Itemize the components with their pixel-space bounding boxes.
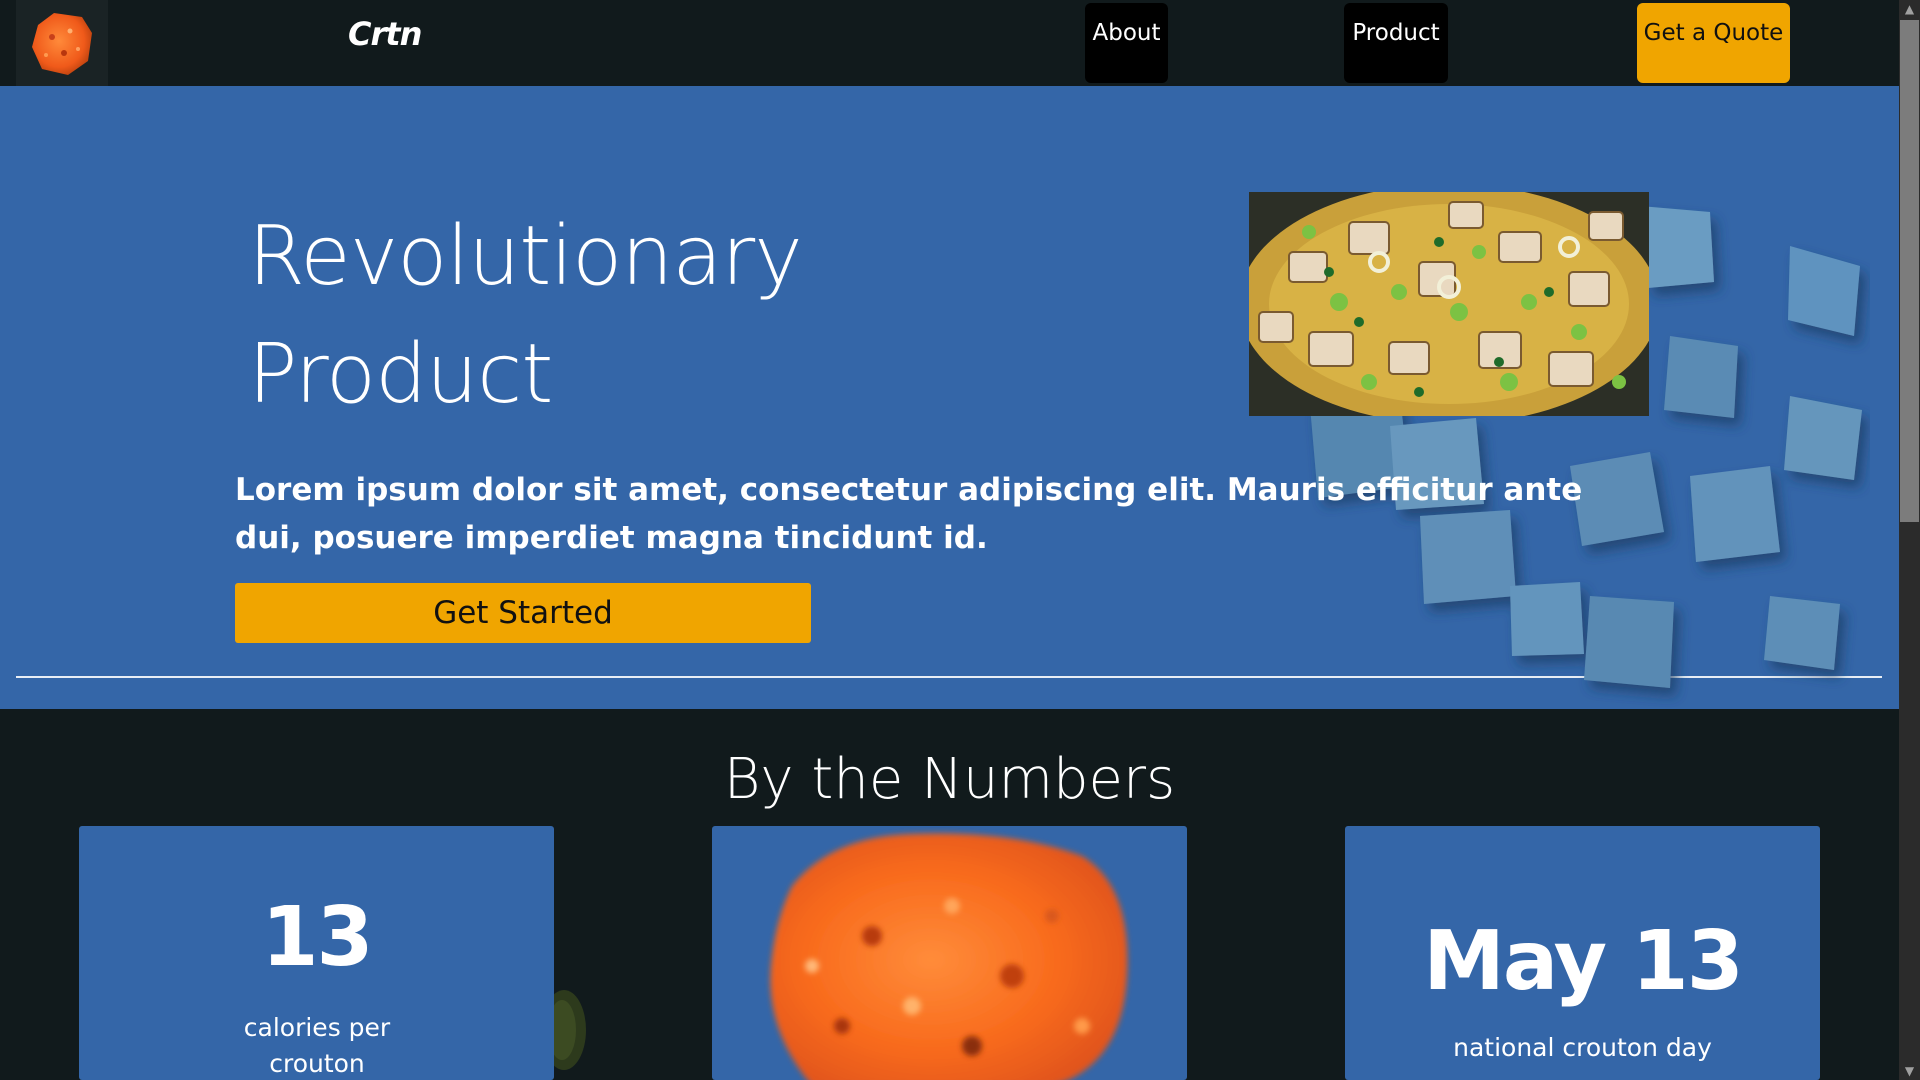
stat-card-image bbox=[712, 826, 1187, 1080]
brand-name[interactable]: Crtn bbox=[348, 12, 422, 56]
hero-title-line1: Revolutionary bbox=[248, 209, 803, 304]
get-quote-button[interactable]: Get a Quote bbox=[1637, 3, 1790, 83]
decorative-leaf-image bbox=[554, 990, 586, 1070]
scrollbar-thumb[interactable] bbox=[1900, 20, 1919, 522]
crouton-logo-icon[interactable] bbox=[16, 0, 108, 86]
hero-title-line2: Product bbox=[248, 327, 553, 422]
nav-product-button[interactable]: Product bbox=[1344, 3, 1448, 83]
stat-label: national crouton day bbox=[1453, 1033, 1712, 1062]
get-started-button[interactable]: Get Started bbox=[235, 583, 811, 643]
scroll-down-icon[interactable]: ▼ bbox=[1899, 1062, 1920, 1080]
stat-label: calories per crouton bbox=[243, 1013, 391, 1078]
hero-description: Lorem ipsum dolor sit amet, consectetur … bbox=[235, 472, 1583, 556]
crouton-closeup-image bbox=[770, 833, 1128, 1080]
hero-section: Revolutionary Product Lorem ipsum dolor … bbox=[0, 86, 1899, 709]
crouton-salad-image bbox=[1249, 192, 1649, 416]
hero-title: Revolutionary Product bbox=[248, 198, 803, 434]
stat-card-calories: 13 calories per crouton bbox=[79, 826, 554, 1080]
numbers-section-title: By the Numbers bbox=[723, 747, 1176, 812]
nav-about-button[interactable]: About bbox=[1085, 3, 1168, 83]
stat-value: 13 bbox=[261, 890, 373, 985]
stat-card-crouton-day: May 13 national crouton day bbox=[1345, 826, 1820, 1080]
scroll-up-icon[interactable]: ▲ bbox=[1899, 0, 1920, 18]
top-nav: Crtn About Product Get a Quote bbox=[0, 0, 1899, 86]
stat-value: May 13 bbox=[1423, 914, 1744, 1009]
